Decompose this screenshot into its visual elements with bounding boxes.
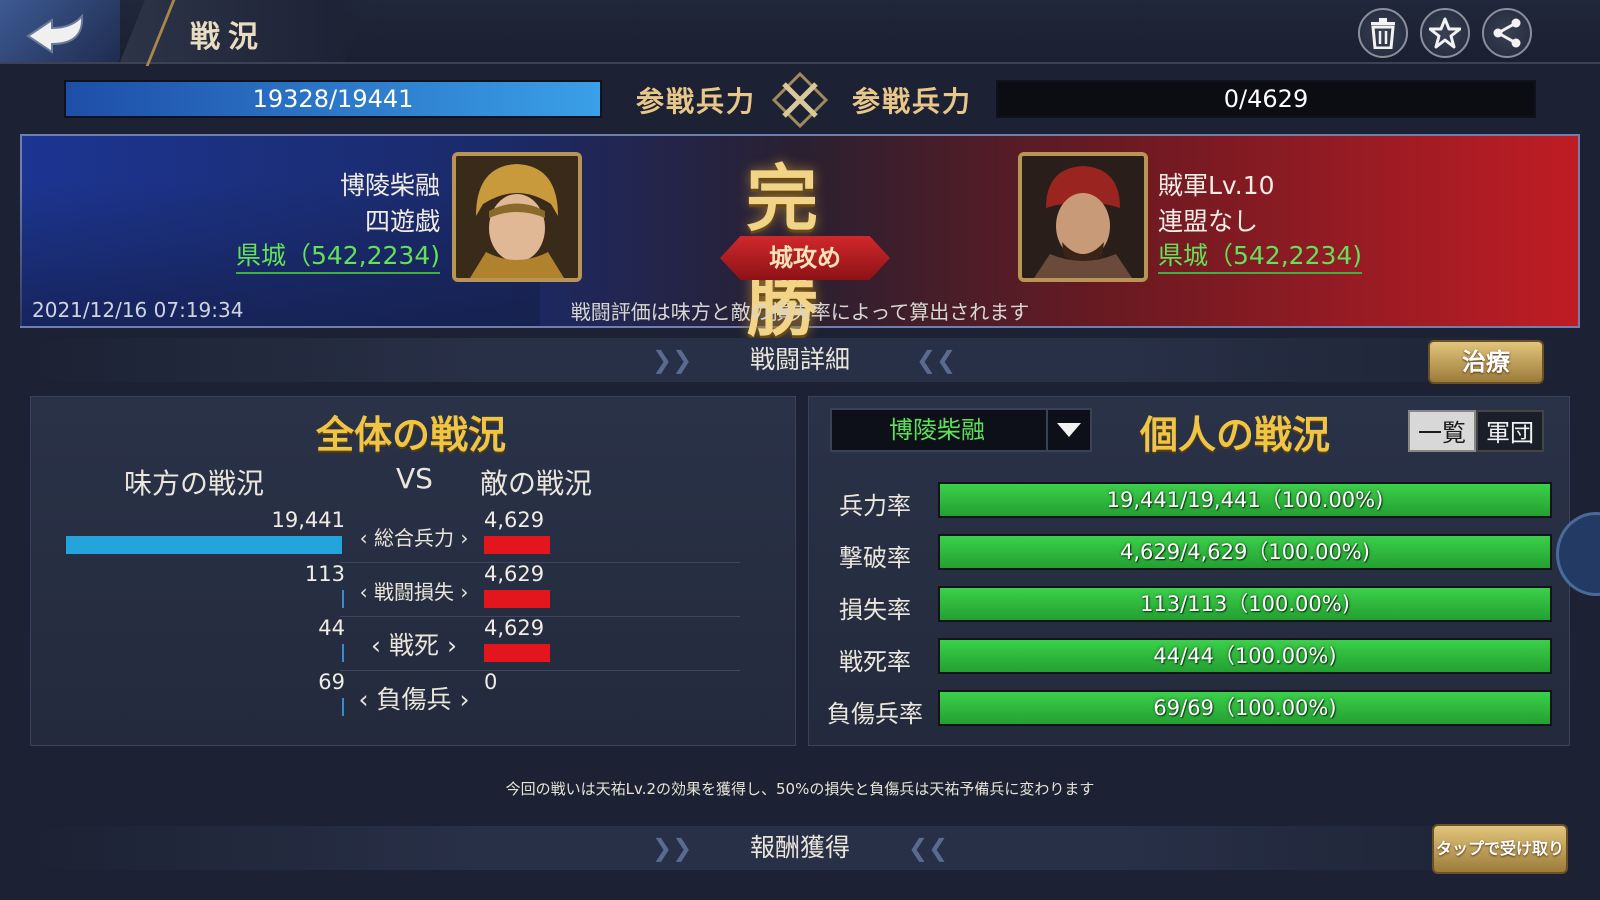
details-section-header: 戦闘詳細 xyxy=(20,338,1580,382)
row-divider xyxy=(340,670,740,671)
death-rate-label: 戦死率 xyxy=(839,648,911,676)
death-rate-bar: 44/44（100.00%) xyxy=(938,638,1552,674)
troop-rate-label: 兵力率 xyxy=(839,492,911,520)
ally-battle-loss: 113 xyxy=(304,562,345,586)
trash-icon xyxy=(1371,18,1395,49)
ally-troop-label: 参戦兵力 xyxy=(636,85,757,118)
enemy-alliance: 連盟なし xyxy=(1158,207,1259,236)
troop-rate-value: 19,441/19,441（100.00%) xyxy=(1106,488,1384,512)
loss-rate-value: 113/113（100.00%) xyxy=(1140,592,1350,616)
defeat-rate-bar: 4,629/4,629（100.00%) xyxy=(938,534,1552,570)
heal-button[interactable]: 治療 xyxy=(1428,340,1544,384)
overall-title: 全体の戦況 xyxy=(316,412,507,457)
stat-label-killed: ‹ 戦死 › xyxy=(371,631,457,660)
stat-label-total-text: 総合兵力 xyxy=(374,526,454,550)
chevron-left-icon: ❮❮ xyxy=(916,346,957,374)
defeat-rate-label: 撃破率 xyxy=(839,544,911,572)
commander-select[interactable]: 博陵柴融 xyxy=(830,408,1092,452)
rewards-title: 報酬獲得 xyxy=(749,833,850,862)
ally-total-bar xyxy=(66,536,342,554)
enemy-status-head: 敵の戦況 xyxy=(480,467,593,500)
share-icon xyxy=(1493,18,1521,48)
enemy-killed-bar xyxy=(484,644,550,662)
claim-rewards-button[interactable]: タップで受け取り xyxy=(1432,824,1568,874)
back-arrow-icon xyxy=(26,13,84,54)
page-title: 戦況 xyxy=(190,20,266,55)
ally-wounded-bar xyxy=(342,698,344,716)
wounded-rate-label: 負傷兵率 xyxy=(827,700,923,728)
enemy-wounded: 0 xyxy=(484,670,498,694)
corps-tab[interactable]: 軍団 xyxy=(1476,410,1544,452)
back-button[interactable] xyxy=(0,0,120,62)
enemy-portrait[interactable] xyxy=(1018,152,1148,282)
ally-alliance: 四遊戯 xyxy=(364,207,440,236)
enemy-troop-label: 参戦兵力 xyxy=(852,85,973,118)
defeat-rate-value: 4,629/4,629（100.00%) xyxy=(1120,540,1370,564)
personal-title: 個人の戦況 xyxy=(1140,412,1331,457)
enemy-total-bar xyxy=(484,536,550,554)
commander-select-value: 博陵柴融 xyxy=(889,416,985,444)
share-button[interactable] xyxy=(1482,8,1532,58)
enemy-battle-loss: 4,629 xyxy=(484,562,545,586)
details-title: 戦闘詳細 xyxy=(749,345,850,374)
chevron-right-icon: ❯❯ xyxy=(652,346,693,374)
ally-killed-bar xyxy=(342,644,344,662)
chevron-down-icon[interactable] xyxy=(1046,410,1090,450)
loss-rate-bar: 113/113（100.00%) xyxy=(938,586,1552,622)
ally-avatar xyxy=(456,156,578,278)
loss-rate-label: 損失率 xyxy=(839,596,911,624)
stat-label-loss-text: 戦闘損失 xyxy=(374,580,454,604)
ally-troop-value: 19328/19441 xyxy=(252,85,414,113)
chevron-right-icon: ❯❯ xyxy=(652,834,693,862)
battle-timestamp: 2021/12/16 07:19:34 xyxy=(32,298,244,322)
trash-button[interactable] xyxy=(1358,8,1408,58)
stat-label-total: ‹ 総合兵力 › xyxy=(359,526,469,550)
ally-killed: 44 xyxy=(318,616,345,640)
wounded-rate-bar: 69/69（100.00%) xyxy=(938,690,1552,726)
chevron-left-icon: ❮❮ xyxy=(908,834,949,862)
ally-portrait[interactable] xyxy=(452,152,582,282)
stat-label-wounded: ‹ 負傷兵 › xyxy=(358,685,470,714)
blessing-note: 今回の戦いは天祐Lv.2の効果を獲得し、50%の損失と負傷兵は天祐予備兵に変わり… xyxy=(505,780,1095,798)
ally-location-link[interactable]: 県城（542,2234) xyxy=(235,236,440,274)
stat-label-loss: ‹ 戦闘損失 › xyxy=(359,580,469,604)
enemy-troop-bar: 0/4629 xyxy=(996,80,1536,118)
enemy-name: 賊軍Lv.10 xyxy=(1158,171,1275,200)
favorite-button[interactable] xyxy=(1420,8,1470,58)
vs-label: VS xyxy=(396,462,433,495)
list-tab[interactable]: 一覧 xyxy=(1408,410,1476,452)
star-icon xyxy=(1429,17,1461,49)
enemy-total-troops: 4,629 xyxy=(484,508,545,532)
death-rate-value: 44/44（100.00%) xyxy=(1153,644,1337,668)
evaluation-note: 戦闘評価は味方と敵の損失率によって算出されます xyxy=(570,300,1030,324)
ally-troop-bar: 19328/19441 xyxy=(64,80,602,118)
ally-wounded: 69 xyxy=(318,670,345,694)
stat-label-killed-text: 戦死 xyxy=(388,631,439,660)
enemy-avatar xyxy=(1022,156,1144,278)
ally-total-troops: 19,441 xyxy=(271,508,345,532)
rewards-section-header: 報酬獲得 xyxy=(20,826,1580,870)
battle-type-badge: 城攻め xyxy=(720,236,890,280)
enemy-loss-bar xyxy=(484,590,550,608)
crossed-swords-icon xyxy=(771,71,829,129)
wounded-rate-value: 69/69（100.00%) xyxy=(1153,696,1337,720)
ally-name: 博陵柴融 xyxy=(339,171,440,200)
enemy-killed: 4,629 xyxy=(484,616,545,640)
ally-status-head: 味方の戦況 xyxy=(124,467,265,500)
stat-label-wounded-text: 負傷兵 xyxy=(376,685,452,714)
enemy-location-link[interactable]: 県城（542,2234) xyxy=(1158,236,1363,274)
troop-rate-bar: 19,441/19,441（100.00%) xyxy=(938,482,1552,518)
enemy-troop-value: 0/4629 xyxy=(1223,85,1309,113)
ally-loss-bar xyxy=(342,590,344,608)
